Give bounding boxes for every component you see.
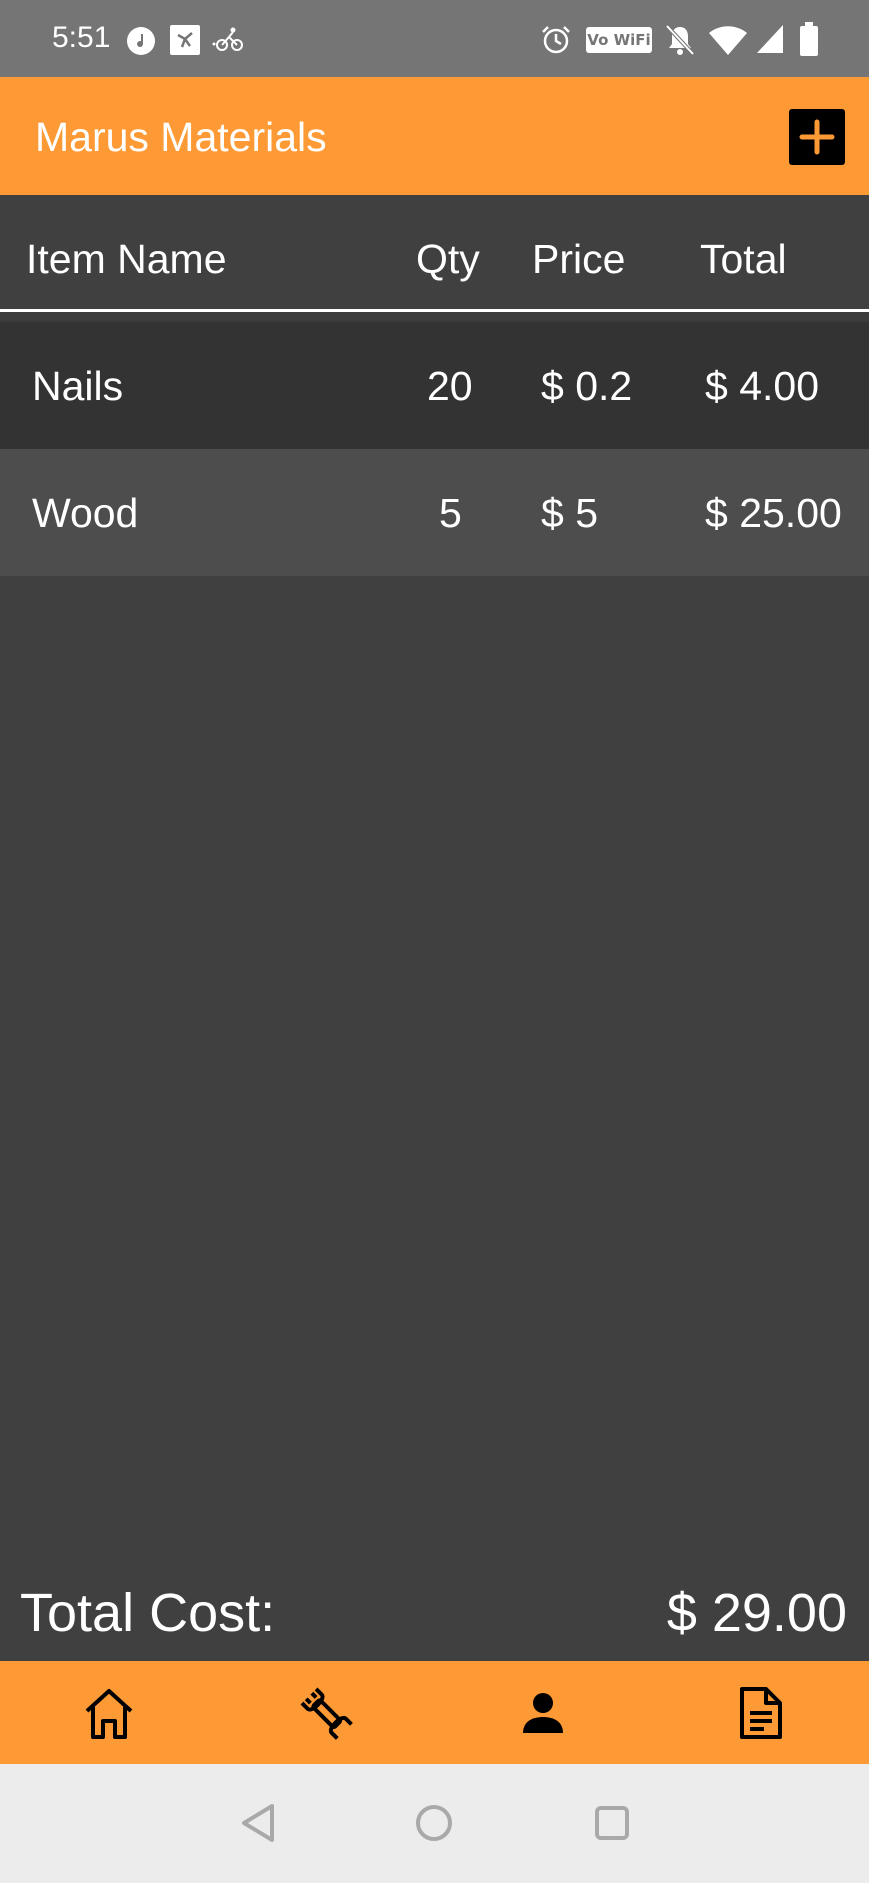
total-cost-label: Total Cost: xyxy=(20,1583,276,1643)
nav-documents[interactable] xyxy=(651,1661,868,1764)
vowifi-icon: Vo WiFi xyxy=(586,27,652,53)
plus-icon xyxy=(799,119,835,155)
status-time: 5:51 xyxy=(52,21,111,54)
item-total: $ 25.00 xyxy=(705,490,842,536)
item-price: $ 0.2 xyxy=(541,363,633,409)
column-header-price: Price xyxy=(532,236,626,282)
item-price: $ 5 xyxy=(541,490,598,536)
add-item-button[interactable] xyxy=(789,109,845,165)
notifications-off-icon xyxy=(665,24,695,56)
nav-tools[interactable] xyxy=(217,1661,434,1764)
app-bar: Marus Materials xyxy=(0,77,869,195)
bottom-nav xyxy=(0,1661,869,1764)
nav-home[interactable] xyxy=(0,1661,217,1764)
item-name: Wood xyxy=(32,490,139,536)
person-icon xyxy=(523,1693,563,1733)
wifi-icon xyxy=(709,26,747,55)
home-circle-icon[interactable] xyxy=(414,1802,454,1844)
cycling-app-icon xyxy=(212,27,243,51)
page-title: Marus Materials xyxy=(35,114,327,160)
total-cost-summary: Total Cost: $ 29.00 xyxy=(0,1560,869,1660)
back-icon[interactable] xyxy=(238,1802,278,1844)
column-header-total: Total xyxy=(700,236,787,282)
alarm-icon xyxy=(542,26,570,54)
recents-icon[interactable] xyxy=(592,1802,632,1844)
table-row[interactable]: Wood 5 $ 5 $ 25.00 xyxy=(0,449,869,576)
item-total: $ 4.00 xyxy=(705,363,819,409)
music-app-icon xyxy=(127,27,155,55)
total-cost-value: $ 29.00 xyxy=(666,1583,847,1643)
signal-icon xyxy=(757,25,783,53)
battery-icon xyxy=(800,22,818,56)
home-icon xyxy=(85,1689,133,1739)
table-gap xyxy=(0,312,869,322)
item-name: Nails xyxy=(32,363,124,409)
wrench-icon xyxy=(300,1687,353,1740)
table-header: Item Name Qty Price Total xyxy=(0,195,869,310)
item-qty: 5 xyxy=(439,490,462,536)
fitness-app-icon xyxy=(170,25,200,55)
system-navigation-bar xyxy=(0,1764,869,1883)
nav-profile[interactable] xyxy=(434,1661,651,1764)
column-header-item-name: Item Name xyxy=(26,236,227,282)
table-row[interactable]: Nails 20 $ 0.2 $ 4.00 xyxy=(0,322,869,449)
item-qty: 20 xyxy=(427,363,473,409)
column-header-qty: Qty xyxy=(416,236,480,282)
status-bar: 5:51 Vo WiFi xyxy=(0,0,869,77)
document-icon xyxy=(740,1687,782,1739)
